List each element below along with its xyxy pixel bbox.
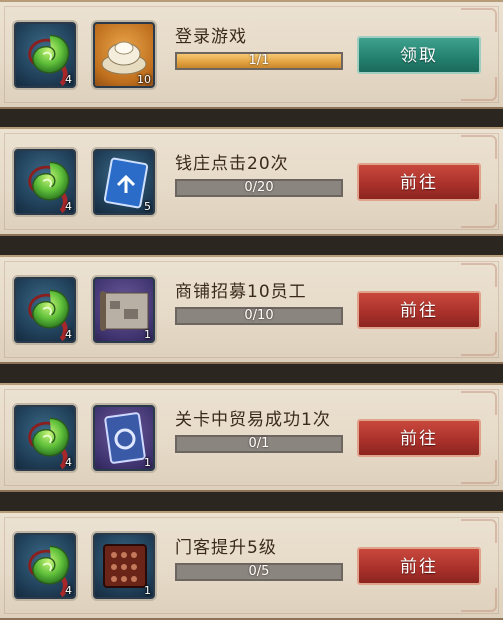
decorative-corner <box>461 135 497 159</box>
progress-bar: 0/20 <box>175 179 343 197</box>
decorative-corner <box>461 204 497 228</box>
reward-count: 4 <box>65 73 72 86</box>
reward-slot-item[interactable]: 10 <box>91 20 157 90</box>
task-row: 4 5 钱庄点击20次 0/20 前往 <box>0 127 503 236</box>
go-button[interactable]: 前往 <box>357 163 481 201</box>
reward-slot-item[interactable]: 5 <box>91 147 157 217</box>
task-row: 4 1 商铺招募10员工 0/10 前往 <box>0 255 503 364</box>
reward-slot-jade[interactable]: 4 <box>12 275 78 345</box>
go-button[interactable]: 前往 <box>357 291 481 329</box>
decorative-corner <box>461 391 497 415</box>
task-title: 钱庄点击20次 <box>175 154 289 174</box>
task-title: 登录游戏 <box>175 27 247 47</box>
progress-text: 0/20 <box>244 180 274 195</box>
task-title: 商铺招募10员工 <box>175 282 307 302</box>
claim-button[interactable]: 领取 <box>357 36 481 74</box>
decorative-corner <box>461 263 497 287</box>
reward-count: 4 <box>65 328 72 341</box>
progress-bar: 0/10 <box>175 307 343 325</box>
task-row: 4 1 门客提升5级 0/5 前往 <box>0 511 503 620</box>
progress-bar: 0/5 <box>175 563 343 581</box>
progress-bar: 0/1 <box>175 435 343 453</box>
decorative-corner <box>461 460 497 484</box>
decorative-corner <box>461 588 497 612</box>
decorative-corner <box>461 8 497 32</box>
decorative-corner <box>461 77 497 101</box>
reward-slot-item[interactable]: 1 <box>91 275 157 345</box>
task-row: 4 1 关卡中贸易成功1次 0/1 前往 <box>0 383 503 492</box>
task-title: 门客提升5级 <box>175 538 277 558</box>
reward-count: 4 <box>65 456 72 469</box>
progress-text: 0/5 <box>248 564 270 579</box>
progress-text: 0/1 <box>248 436 270 451</box>
reward-count: 4 <box>65 584 72 597</box>
reward-slot-jade[interactable]: 4 <box>12 147 78 217</box>
reward-slot-item[interactable]: 1 <box>91 403 157 473</box>
item-count: 10 <box>137 73 151 86</box>
reward-slot-jade[interactable]: 4 <box>12 20 78 90</box>
reward-count: 4 <box>65 200 72 213</box>
item-count: 1 <box>144 328 151 341</box>
reward-slot-item[interactable]: 1 <box>91 531 157 601</box>
decorative-corner <box>461 332 497 356</box>
item-count: 1 <box>144 584 151 597</box>
progress-text: 1/1 <box>248 53 270 68</box>
task-row: 4 10 登录游戏 1/1 领取 <box>0 0 503 109</box>
go-button[interactable]: 前往 <box>357 547 481 585</box>
reward-slot-jade[interactable]: 4 <box>12 531 78 601</box>
item-count: 1 <box>144 456 151 469</box>
progress-text: 0/10 <box>244 308 274 323</box>
go-button[interactable]: 前往 <box>357 419 481 457</box>
decorative-corner <box>461 519 497 543</box>
reward-slot-jade[interactable]: 4 <box>12 403 78 473</box>
item-count: 5 <box>144 200 151 213</box>
task-title: 关卡中贸易成功1次 <box>175 410 331 430</box>
progress-bar: 1/1 <box>175 52 343 70</box>
